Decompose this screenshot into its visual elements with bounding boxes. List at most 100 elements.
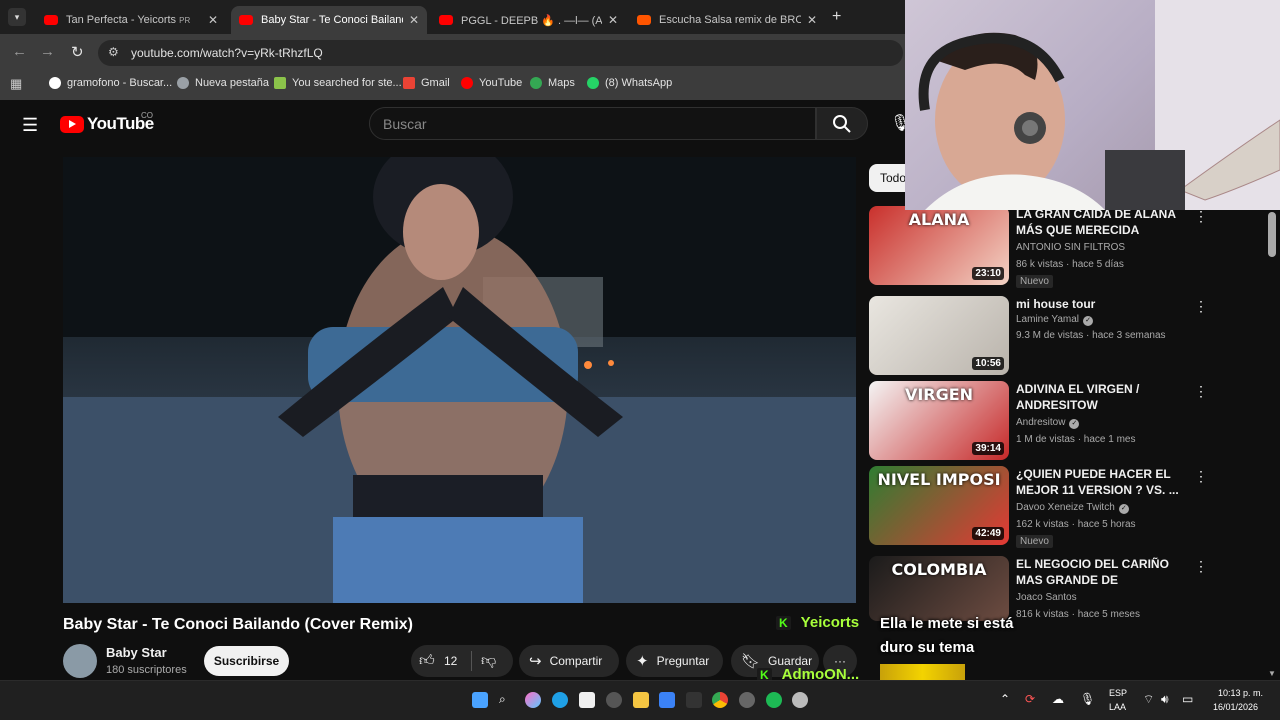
battery-icon[interactable]: ▭ xyxy=(1182,692,1193,706)
video-duration: 10:56 xyxy=(972,357,1004,370)
start-menu-icon[interactable] xyxy=(472,692,488,708)
more-options-icon[interactable]: ⋮ xyxy=(1194,208,1208,225)
tab-search-dropdown-icon[interactable]: ▾ xyxy=(8,8,26,26)
file-explorer-icon[interactable] xyxy=(633,692,649,708)
recommendation-channel[interactable]: Lamine Yamal ✓ xyxy=(1016,314,1093,326)
channel-name-text: Davoo Xeneize Twitch xyxy=(1016,502,1115,513)
input-language[interactable]: ESP xyxy=(1109,688,1127,698)
tab-title: PGGL - DEEPB 🔥 . —l— (Audio xyxy=(461,14,602,27)
app-icon[interactable] xyxy=(686,692,702,708)
search-icon[interactable]: ⌕ xyxy=(499,692,506,707)
clock-date[interactable]: 16/01/2026 xyxy=(1213,702,1258,712)
recommendation-title[interactable]: ¿QUIEN PUEDE HACER EL MEJOR 11 VERSION ?… xyxy=(1016,466,1191,498)
browser-tab-active[interactable]: Baby Star - Te Conoci Bailando ✕ xyxy=(231,6,427,34)
bookmark-label: gramofono - Buscar... xyxy=(67,77,173,89)
more-options-icon[interactable]: ⋮ xyxy=(1194,468,1208,485)
recommendation-meta: 1 M de vistas · hace 1 mes xyxy=(1016,434,1136,445)
bookmark-item[interactable]: You searched for ste... xyxy=(274,77,402,89)
soundcloud-icon xyxy=(637,15,651,25)
chevron-up-icon[interactable]: ⌃ xyxy=(1000,692,1010,706)
new-tab-icon[interactable]: + xyxy=(832,8,841,26)
thumbs-up-icon[interactable]: 👍︎ xyxy=(419,652,435,670)
bookmark-item[interactable]: Nueva pestaña xyxy=(177,77,269,89)
recommendation-title[interactable]: ADIVINA EL VIRGEN / ANDRESITOW xyxy=(1016,381,1191,413)
recommendation-channel[interactable]: Davoo Xeneize Twitch ✓ xyxy=(1016,502,1129,514)
tab-title: Tan Perfecta - Yeicorts xyxy=(66,14,177,26)
spotify-icon[interactable] xyxy=(766,692,782,708)
recommendation-item[interactable]: VIRGEN 39:14 ADIVINA EL VIRGEN / ANDRESITO… xyxy=(869,381,1208,461)
microphone-icon[interactable]: 🎙︎ xyxy=(1080,692,1095,706)
video-duration: 39:14 xyxy=(972,442,1004,455)
thumbs-down-icon[interactable]: 👎︎ xyxy=(481,652,496,670)
emote-strip xyxy=(880,664,965,680)
video-duration: 42:49 xyxy=(972,527,1004,540)
video-thumbnail[interactable]: 10:56 xyxy=(869,296,1009,375)
apps-grid-icon[interactable]: ▦ xyxy=(10,76,22,92)
forward-arrow-icon[interactable]: → xyxy=(40,43,55,60)
volume-icon[interactable]: 🔊︎ xyxy=(1161,692,1169,707)
bookmark-item[interactable]: Gmail xyxy=(403,77,450,89)
bookmark-item[interactable]: (8) WhatsApp xyxy=(587,77,672,89)
recommendation-channel[interactable]: ANTONIO SIN FILTROS xyxy=(1016,242,1125,253)
browser-tab[interactable]: Escucha Salsa remix de BROX | ✕ xyxy=(629,6,825,34)
channel-name-text: Lamine Yamal xyxy=(1016,314,1079,325)
store-icon[interactable] xyxy=(579,692,595,708)
recommendation-title[interactable]: mi house tour xyxy=(1016,296,1191,312)
input-layout[interactable]: LAA xyxy=(1109,702,1126,712)
close-tab-icon[interactable]: ✕ xyxy=(208,13,218,27)
close-tab-icon[interactable]: ✕ xyxy=(608,13,618,27)
thumbnail-text: VIRGEN xyxy=(904,385,974,404)
chrome-icon[interactable] xyxy=(712,692,728,708)
browser-tab[interactable]: Tan Perfecta - Yeicorts PR ✕ xyxy=(36,6,226,34)
url-text[interactable]: youtube.com/watch?v=yRk-tRhzfLQ xyxy=(131,46,323,60)
edge-icon[interactable] xyxy=(552,692,568,708)
gmail-icon xyxy=(403,77,415,89)
ask-button[interactable]: ✦ Preguntar xyxy=(626,645,723,677)
bookmark-item[interactable]: YouTube xyxy=(461,77,522,89)
clock-time[interactable]: 10:13 p. m. xyxy=(1218,688,1263,698)
bookmark-item[interactable]: gramofono - Buscar... xyxy=(49,77,172,89)
copilot-icon[interactable] xyxy=(525,692,541,708)
more-options-icon[interactable]: ⋮ xyxy=(1194,558,1208,575)
channel-avatar[interactable] xyxy=(63,644,97,678)
browser-tab[interactable]: PGGL - DEEPB 🔥 . —l— (Audio ✕ xyxy=(431,6,626,34)
sync-icon[interactable]: ⟳ xyxy=(1025,692,1035,706)
share-button[interactable]: ↪ Compartir xyxy=(519,645,619,677)
wifi-icon[interactable]: ⌔ xyxy=(1143,692,1154,707)
recommendation-channel[interactable]: Andresitow ✓ xyxy=(1016,417,1080,429)
settings-icon[interactable] xyxy=(606,692,622,708)
editor-icon[interactable] xyxy=(659,692,675,708)
bookmark-item[interactable]: Maps xyxy=(530,77,575,89)
scroll-down-arrow-icon[interactable]: ▼ xyxy=(1268,669,1276,678)
hamburger-menu-icon[interactable]: ☰ xyxy=(22,115,38,136)
reload-icon[interactable]: ↻ xyxy=(71,43,84,61)
search-input[interactable] xyxy=(369,107,816,140)
youtube-logo[interactable]: YouTube xyxy=(60,114,154,134)
video-thumbnail[interactable]: ALANA 23:10 xyxy=(869,206,1009,285)
media-player-icon[interactable] xyxy=(792,692,808,708)
search-button[interactable] xyxy=(816,107,868,140)
more-options-icon[interactable]: ⋮ xyxy=(1194,298,1208,315)
site-info-icon[interactable]: ⚙ xyxy=(108,45,119,59)
subscribe-button[interactable]: Suscribirse xyxy=(204,646,289,676)
close-tab-icon[interactable]: ✕ xyxy=(807,13,817,27)
obs-icon[interactable] xyxy=(739,692,755,708)
recommendation-item[interactable]: 10:56 mi house tour Lamine Yamal ✓ 9.3 M de … xyxy=(869,296,1208,376)
recommendation-item[interactable]: NIVEL IMPOSI 42:49 ¿QUIEN PUEDE HACER EL M… xyxy=(869,466,1208,548)
verified-check-icon: ✓ xyxy=(1069,419,1080,429)
recommendation-title[interactable]: EL NEGOCIO DEL CARIÑO MAS GRANDE DE LATI… xyxy=(1016,556,1191,589)
channel-name-text: Andresitow xyxy=(1016,417,1066,428)
video-player[interactable] xyxy=(63,157,856,603)
scrollbar-thumb[interactable] xyxy=(1268,212,1276,257)
channel-name[interactable]: Baby Star xyxy=(106,645,167,660)
back-arrow-icon[interactable]: ← xyxy=(12,43,27,60)
recommendation-item[interactable]: ALANA 23:10 LA GRAN CAIDA DE ALANA MÁS QUE… xyxy=(869,206,1208,288)
more-options-icon[interactable]: ⋮ xyxy=(1194,383,1208,400)
video-thumbnail[interactable]: NIVEL IMPOSI 42:49 xyxy=(869,466,1009,545)
recommendation-channel[interactable]: Joaco Santos xyxy=(1016,592,1077,603)
video-thumbnail[interactable]: VIRGEN 39:14 xyxy=(869,381,1009,460)
close-tab-icon[interactable]: ✕ xyxy=(409,13,419,27)
youtube-icon xyxy=(439,15,453,25)
cloud-icon[interactable]: ☁ xyxy=(1052,692,1064,706)
recommendation-title[interactable]: LA GRAN CAIDA DE ALANA MÁS QUE MERECIDA xyxy=(1016,206,1191,238)
